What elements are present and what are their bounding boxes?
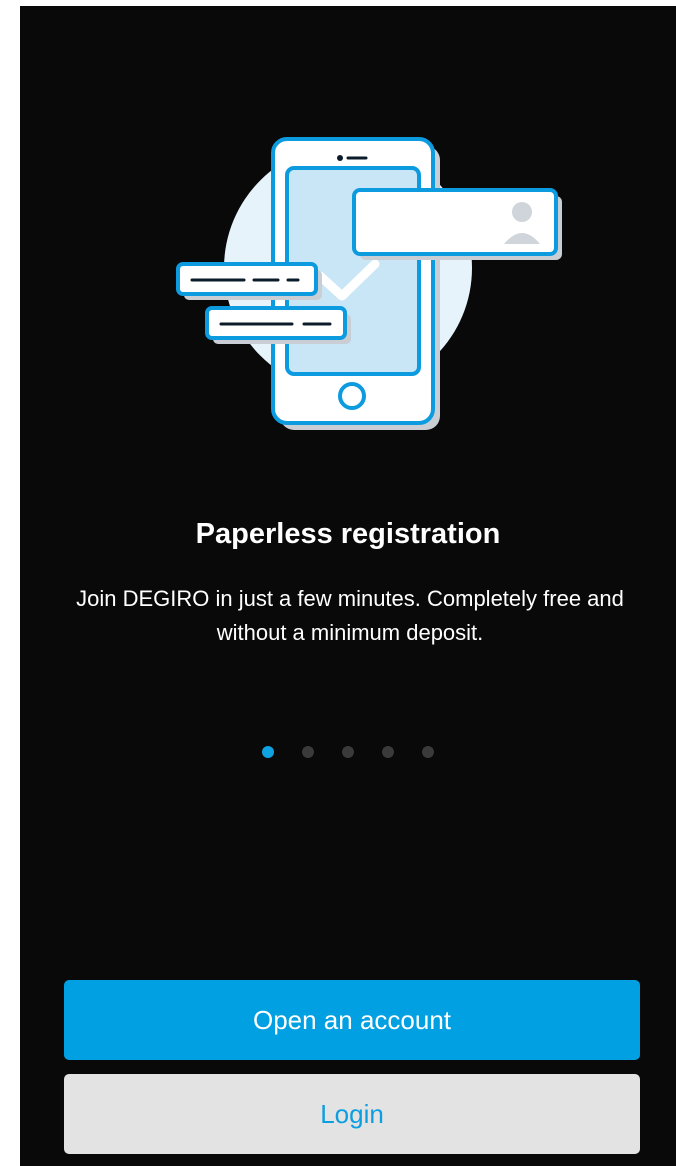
onboarding-screen: Paperless registration Join DEGIRO in ju… bbox=[20, 6, 676, 1166]
login-button[interactable]: Login bbox=[64, 1074, 640, 1154]
onboarding-title: Paperless registration bbox=[195, 518, 501, 550]
phone-registration-illustration bbox=[176, 137, 562, 430]
pagination-dot-2[interactable] bbox=[302, 746, 314, 758]
pagination-dots bbox=[20, 746, 676, 760]
pagination-dot-3[interactable] bbox=[342, 746, 354, 758]
pagination-dot-1[interactable] bbox=[262, 746, 274, 758]
pagination-dot-5[interactable] bbox=[422, 746, 434, 758]
onboarding-description: Join DEGIRO in just a few minutes. Compl… bbox=[76, 586, 624, 645]
page: Paperless registration Join DEGIRO in ju… bbox=[0, 0, 676, 1166]
open-account-button[interactable]: Open an account bbox=[64, 980, 640, 1060]
pagination-dot-4[interactable] bbox=[382, 746, 394, 758]
